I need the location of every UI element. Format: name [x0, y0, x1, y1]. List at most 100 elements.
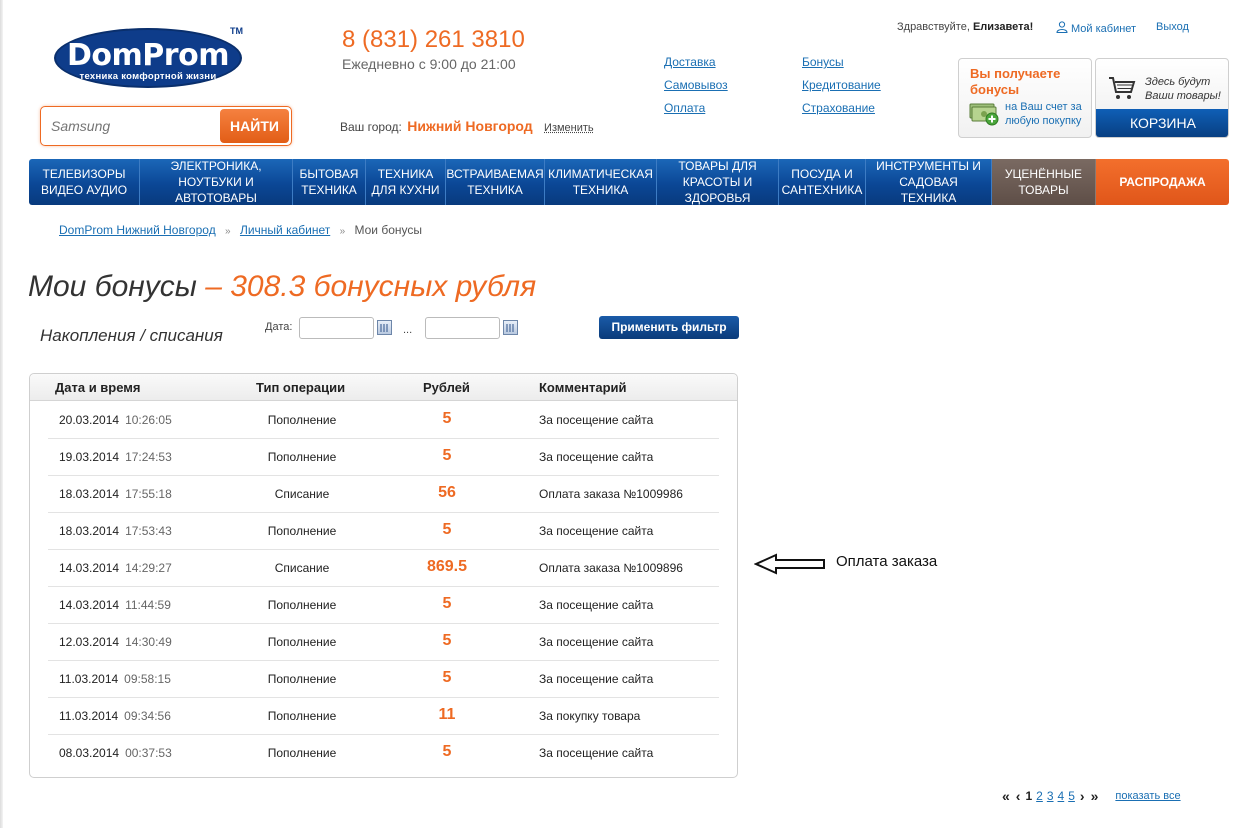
logo-tagline: техника комфортной жизни	[79, 71, 217, 82]
row-comment: За посещение сайта	[539, 635, 654, 649]
nav-tools-garden[interactable]: ИНСТРУМЕНТЫ И САДОВАЯ ТЕХНИКА	[866, 159, 992, 205]
row-date-value: 08.03.2014	[59, 746, 120, 760]
breadcrumb-home[interactable]: DomProm Нижний Новгород	[59, 223, 216, 237]
table-row: 11.03.2014 09:58:15 Пополнение 5 За посещени…	[30, 661, 737, 698]
row-date: 18.03.2014 17:53:43	[59, 524, 172, 538]
row-operation-type: Пополнение	[267, 413, 337, 427]
show-all-link[interactable]: показать все	[1115, 790, 1180, 802]
row-operation-type: Пополнение	[267, 635, 337, 649]
bonus-promo-subtitle: на Ваш счет за любую покупку	[1005, 101, 1082, 127]
search-input[interactable]	[51, 115, 221, 137]
header-amount: Рублей	[423, 380, 470, 395]
city-change-link[interactable]: Изменить	[544, 122, 594, 134]
date-from-input[interactable]	[299, 317, 374, 339]
page-link[interactable]: 2	[1036, 789, 1043, 803]
table-row: 08.03.2014 00:37:53 Пополнение 5 За посещени…	[30, 735, 737, 772]
row-amount: 5	[442, 447, 452, 464]
next-page-button[interactable]: ›	[1080, 788, 1085, 804]
bonus-promo[interactable]: Вы получаете бонусы на Ваш счет за любую…	[958, 58, 1092, 138]
date-to-input[interactable]	[425, 317, 500, 339]
last-page-button[interactable]: »	[1091, 788, 1099, 804]
page-link[interactable]: 5	[1068, 789, 1075, 803]
date-filter-label: Дата:	[265, 321, 293, 333]
logo-name: DomProm	[67, 38, 229, 73]
row-operation-type: Списание	[274, 561, 330, 575]
row-amount: 5	[442, 632, 452, 649]
city-name: Нижний Новгород	[407, 118, 533, 134]
nav-dishes-plumbing[interactable]: ПОСУДА И САНТЕХНИКА	[779, 159, 866, 205]
page-link[interactable]: 4	[1058, 789, 1065, 803]
breadcrumb-separator: »	[225, 226, 231, 237]
row-comment: За посещение сайта	[539, 746, 654, 760]
table-row: 14.03.2014 11:44:59 Пополнение 5 За посещени…	[30, 587, 737, 624]
header-comment: Комментарий	[539, 380, 627, 395]
my-cabinet-link[interactable]: Мой кабинет	[1056, 21, 1136, 35]
calendar-icon[interactable]	[503, 320, 518, 335]
section-subtitle: Накопления / списания	[40, 326, 223, 345]
row-amount: 5	[442, 595, 452, 612]
link-delivery[interactable]: Доставка	[664, 55, 716, 69]
table-row: 20.03.2014 10:26:05 Пополнение 5 За посещени…	[30, 402, 737, 439]
breadcrumb-separator: »	[339, 226, 346, 237]
row-date-value: 20.03.2014	[59, 413, 120, 427]
date-range-separator: ...	[403, 324, 413, 336]
link-bonuses[interactable]: Бонусы	[802, 55, 844, 69]
cart-button[interactable]: КОРЗИНА	[1096, 109, 1228, 137]
nav-tv-video-audio[interactable]: ТЕЛЕВИЗОРЫ ВИДЕО АУДИО	[29, 159, 140, 205]
search-box: НАЙТИ	[40, 106, 292, 146]
nav-electronics[interactable]: ЭЛЕКТРОНИКА, НОУТБУКИ И АВТОТОВАРЫ	[140, 159, 293, 205]
arrow-left-icon	[754, 553, 825, 575]
breadcrumb-cabinet[interactable]: Личный кабинет	[240, 223, 330, 237]
nav-beauty-health[interactable]: ТОВАРЫ ДЛЯ КРАСОТЫ И ЗДОРОВЬЯ	[657, 159, 779, 205]
logo[interactable]: DomProm техника комфортной жизни TM	[54, 26, 244, 90]
prev-page-button[interactable]: ‹	[1016, 788, 1021, 804]
breadcrumb: DomProm Нижний Новгород » Личный кабинет…	[59, 223, 422, 237]
row-time: 10:26:05	[125, 413, 172, 427]
row-date-value: 14.03.2014	[59, 561, 120, 575]
row-date-value: 18.03.2014	[59, 524, 120, 538]
row-date: 18.03.2014 17:55:18	[59, 487, 172, 501]
nav-kitchen[interactable]: ТЕХНИКА ДЛЯ КУХНИ	[366, 159, 446, 205]
nav-sale[interactable]: РАСПРОДАЖА	[1096, 159, 1229, 205]
row-time: 00:37:53	[125, 746, 172, 760]
bonus-balance: – 308.3 бонусных рубля	[205, 270, 537, 303]
row-date: 20.03.2014 10:26:05	[59, 413, 172, 427]
first-page-button[interactable]: «	[1002, 788, 1010, 804]
nav-discounted[interactable]: УЦЕНЁННЫЕ ТОВАРЫ	[992, 159, 1096, 205]
apply-filter-button[interactable]: Применить фильтр	[599, 316, 739, 339]
header-operation-type: Тип операции	[256, 380, 346, 395]
breadcrumb-current: Мои бонусы	[354, 223, 422, 237]
page-link[interactable]: 3	[1047, 789, 1054, 803]
nav-climate[interactable]: КЛИМАТИЧЕСКАЯ ТЕХНИКА	[545, 159, 657, 205]
row-date: 11.03.2014 09:34:56	[59, 709, 171, 723]
link-pickup[interactable]: Самовывоз	[664, 78, 728, 92]
pagination: « ‹ 1 2 3 4 5 › » показать все	[999, 788, 1181, 804]
page-title: Мои бонусы – 308.3 бонусных рубля	[28, 270, 536, 304]
annotation-label: Оплата заказа	[836, 553, 938, 570]
row-operation-type: Пополнение	[267, 524, 337, 538]
row-comment: За посещение сайта	[539, 672, 654, 686]
nav-home-appliances[interactable]: БЫТОВАЯ ТЕХНИКА	[293, 159, 366, 205]
row-time: 09:58:15	[124, 672, 171, 686]
cart-empty-text: Здесь будут Ваши товары!	[1145, 76, 1221, 102]
table-row: 19.03.2014 17:24:53 Пополнение 5 За посещени…	[30, 439, 737, 476]
row-amount: 5	[442, 669, 452, 686]
my-cabinet-label: Мой кабинет	[1071, 23, 1137, 35]
cart-widget[interactable]: Здесь будут Ваши товары! КОРЗИНА	[1095, 58, 1229, 138]
table-row: 18.03.2014 17:53:43 Пополнение 5 За посещени…	[30, 513, 737, 550]
search-button[interactable]: НАЙТИ	[220, 109, 289, 143]
link-payment[interactable]: Оплата	[664, 101, 705, 115]
row-operation-type: Пополнение	[267, 598, 337, 612]
nav-built-in[interactable]: ВСТРАИВАЕМАЯ ТЕХНИКА	[446, 159, 545, 205]
link-insurance[interactable]: Страхование	[802, 101, 875, 115]
link-credit[interactable]: Кредитование	[802, 78, 881, 92]
row-date: 12.03.2014 14:30:49	[59, 635, 172, 649]
row-time: 17:53:43	[125, 524, 172, 538]
row-amount: 5	[442, 410, 452, 427]
calendar-icon[interactable]	[377, 320, 392, 335]
row-date-value: 18.03.2014	[59, 487, 120, 501]
logout-link[interactable]: Выход	[1156, 21, 1189, 33]
table-header: Дата и время Тип операции Рублей Коммент…	[30, 374, 737, 401]
user-name: Елизавета!	[972, 21, 1034, 33]
bonus-promo-title: Вы получаете бонусы	[970, 66, 1061, 97]
